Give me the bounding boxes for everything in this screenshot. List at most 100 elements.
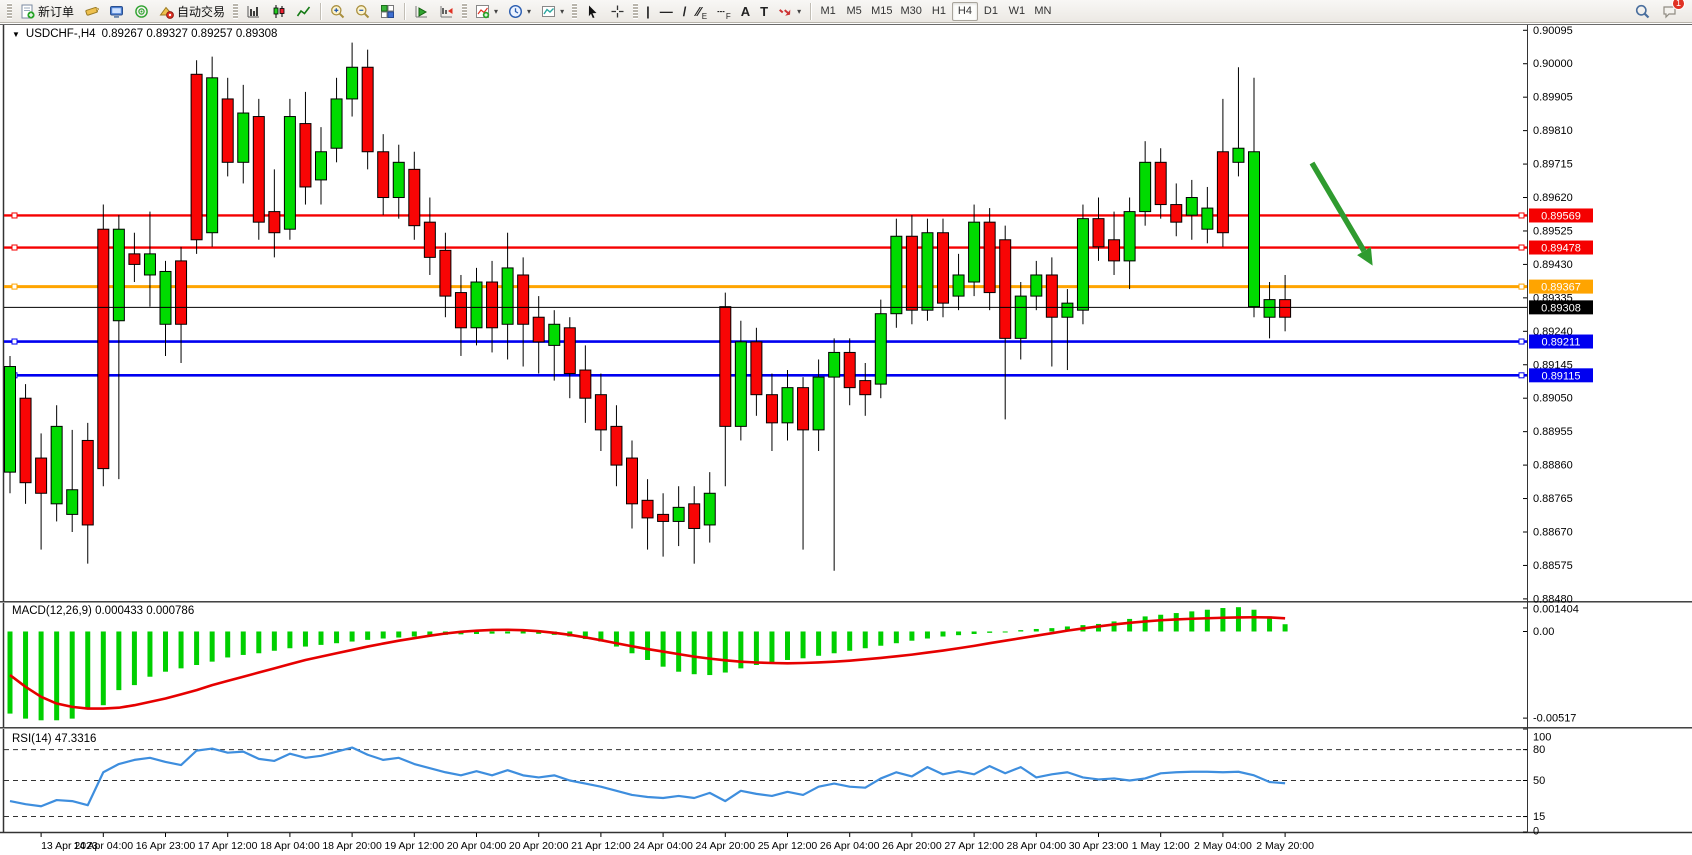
svg-text:27 Apr 12:00: 27 Apr 12:00 [944, 840, 1004, 852]
svg-text:0.89115: 0.89115 [1542, 370, 1581, 382]
svg-text:-0.00517: -0.00517 [1533, 713, 1576, 725]
cursor-icon [585, 4, 600, 19]
auto-scroll-button[interactable] [409, 1, 434, 22]
svg-text:17 Apr 12:00: 17 Apr 12:00 [198, 840, 258, 852]
tool-subscript: F [726, 12, 731, 21]
cursor-button[interactable] [580, 1, 605, 22]
crayon-button[interactable] [79, 1, 104, 22]
timeframe-h1-button[interactable]: H1 [926, 2, 952, 21]
tile-windows-button[interactable] [375, 1, 400, 22]
vline-icon: | [646, 4, 650, 19]
svg-text:30 Apr 23:00: 30 Apr 23:00 [1069, 840, 1129, 852]
svg-text:50: 50 [1533, 775, 1545, 787]
dropdown-arrow-icon[interactable]: ▾ [527, 7, 531, 16]
svg-text:0.88955: 0.88955 [1533, 426, 1573, 438]
crosshair-icon [610, 4, 625, 19]
svg-text:0.89430: 0.89430 [1533, 259, 1573, 271]
fibonacci-icon: ┄ [717, 4, 725, 19]
clock-icon [508, 4, 523, 19]
timeframe-m1-button[interactable]: M1 [815, 2, 841, 21]
toolbar-drag-handle[interactable] [633, 3, 638, 19]
indicator-icon [475, 4, 490, 19]
svg-text:0.89905: 0.89905 [1533, 92, 1573, 104]
toolbar-drag-handle[interactable] [572, 3, 577, 19]
timeframe-mn-button[interactable]: MN [1030, 2, 1056, 21]
signals-button[interactable] [129, 1, 154, 22]
dropdown-arrow-icon[interactable]: ▾ [797, 7, 801, 16]
text-icon: A [741, 4, 750, 19]
toolbar-drag-handle[interactable] [462, 3, 467, 19]
svg-text:0: 0 [1533, 826, 1539, 838]
dropdown-arrow-icon[interactable]: ▾ [494, 7, 498, 16]
svg-text:0.89715: 0.89715 [1533, 159, 1573, 171]
label-button[interactable]: T [755, 1, 773, 22]
svg-text:14 Apr 04:00: 14 Apr 04:00 [74, 840, 134, 852]
timeframe-m5-button[interactable]: M5 [841, 2, 867, 21]
svg-text:0.90095: 0.90095 [1533, 25, 1573, 37]
toolbar-separator [810, 3, 811, 20]
timeframe-m15-button[interactable]: M15 [867, 2, 896, 21]
new-order-button-label: 新订单 [38, 3, 74, 20]
svg-text:21 Apr 12:00: 21 Apr 12:00 [571, 840, 631, 852]
autotrading-button[interactable]: 自动交易 [154, 1, 230, 22]
zoom-in-button[interactable] [325, 1, 350, 22]
chat-button[interactable]: 1 [1657, 1, 1682, 22]
svg-text:0.89050: 0.89050 [1533, 393, 1573, 405]
chart-canvas[interactable]: 0.900950.900000.899050.898100.897150.896… [0, 23, 1692, 855]
hline-icon: — [660, 4, 673, 19]
timeframe-m30-button[interactable]: M30 [897, 2, 926, 21]
radar-icon [134, 4, 149, 19]
templates-button[interactable]: ▾ [536, 1, 569, 22]
channel-icon: ∕∕ [696, 4, 700, 19]
new-order-button[interactable]: 新订单 [15, 1, 79, 22]
svg-text:24 Apr 20:00: 24 Apr 20:00 [696, 840, 756, 852]
svg-text:100: 100 [1533, 732, 1551, 744]
bar-chart-button[interactable] [241, 1, 266, 22]
line-chart-button[interactable] [291, 1, 316, 22]
mt4-window: 新订单自动交易▾▾▾|—/∕∕E┄FAT▾M1M5M15M30H1H4D1W1M… [0, 0, 1692, 855]
shapes-icon [778, 4, 793, 19]
svg-text:0.89810: 0.89810 [1533, 125, 1573, 137]
publisher-button[interactable] [104, 1, 129, 22]
svg-text:0.89569: 0.89569 [1541, 210, 1581, 222]
tool-subscript: E [702, 12, 707, 21]
text-button[interactable]: A [736, 1, 755, 22]
svg-text:0.89308: 0.89308 [1541, 302, 1581, 314]
channel-button[interactable]: ∕∕E [691, 1, 712, 22]
timeframe-w1-button[interactable]: W1 [1004, 2, 1030, 21]
indicators-button[interactable]: ▾ [470, 1, 503, 22]
svg-text:20 Apr 04:00: 20 Apr 04:00 [447, 840, 507, 852]
pc-icon [109, 4, 124, 19]
svg-text:28 Apr 04:00: 28 Apr 04:00 [1007, 840, 1067, 852]
search-icon [1635, 4, 1650, 19]
svg-text:0.88765: 0.88765 [1533, 493, 1573, 505]
trendline-button[interactable]: / [678, 1, 692, 22]
fibonacci-button[interactable]: ┄F [712, 1, 736, 22]
dropdown-arrow-icon[interactable]: ▾ [560, 7, 564, 16]
chart-window: 0.900950.900000.899050.898100.897150.896… [0, 23, 1692, 855]
timeframe-d1-button[interactable]: D1 [978, 2, 1004, 21]
svg-text:0.89478: 0.89478 [1541, 243, 1581, 255]
timeframe-h4-button[interactable]: H4 [952, 2, 978, 21]
label-icon: T [760, 4, 768, 19]
toolbar-drag-handle[interactable] [233, 3, 238, 19]
chartshift-icon [439, 4, 454, 19]
svg-text:0.89525: 0.89525 [1533, 225, 1573, 237]
hline-button[interactable]: — [655, 1, 678, 22]
shapes-button[interactable]: ▾ [773, 1, 806, 22]
toolbar-drag-handle[interactable] [7, 3, 12, 19]
search-button[interactable] [1630, 1, 1655, 22]
svg-text:26 Apr 20:00: 26 Apr 20:00 [882, 840, 942, 852]
crosshair-button[interactable] [605, 1, 630, 22]
vline-button[interactable]: | [641, 1, 655, 22]
svg-text:2 May 20:00: 2 May 20:00 [1256, 840, 1314, 852]
crayon-icon [84, 4, 99, 19]
svg-text:15: 15 [1533, 811, 1545, 823]
chart-shift-button[interactable] [434, 1, 459, 22]
svg-text:16 Apr 23:00: 16 Apr 23:00 [136, 840, 196, 852]
svg-text:18 Apr 04:00: 18 Apr 04:00 [260, 840, 320, 852]
periods-button[interactable]: ▾ [503, 1, 536, 22]
candle-chart-button[interactable] [266, 1, 291, 22]
zoom-out-button[interactable] [350, 1, 375, 22]
toolbar-separator [320, 3, 321, 20]
